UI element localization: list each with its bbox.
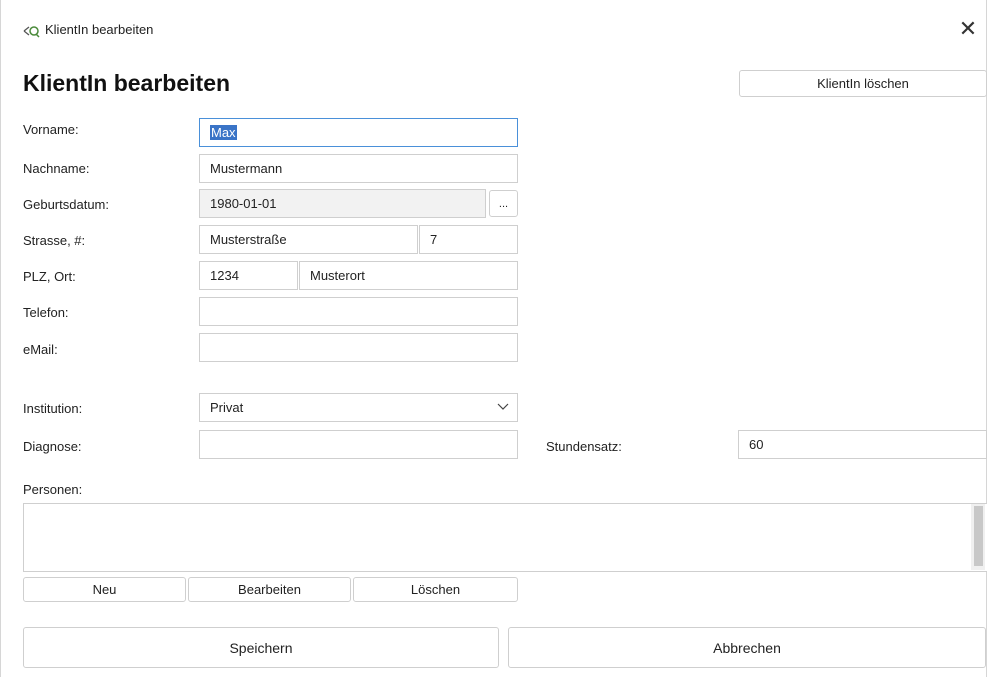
loeschen-button[interactable]: Löschen	[353, 577, 518, 602]
diagnose-field[interactable]	[199, 430, 518, 459]
ort-field[interactable]: Musterort	[299, 261, 518, 290]
strasse-field[interactable]: Musterstraße	[199, 225, 418, 254]
date-picker-button[interactable]: ...	[489, 190, 518, 217]
chevron-down-icon	[497, 403, 509, 410]
save-button[interactable]: Speichern	[23, 627, 499, 668]
personen-list[interactable]	[23, 503, 987, 572]
label-personen: Personen:	[23, 482, 83, 497]
label-email: eMail:	[23, 342, 58, 357]
scrollbar-thumb[interactable]	[974, 506, 983, 566]
hausnummer-field[interactable]: 7	[419, 225, 518, 254]
label-nachname: Nachname:	[23, 161, 90, 176]
label-telefon: Telefon:	[23, 305, 69, 320]
stundensatz-field[interactable]: 60	[738, 430, 987, 459]
label-institution: Institution:	[23, 401, 83, 416]
label-geburtsdatum: Geburtsdatum:	[23, 197, 109, 212]
label-stundensatz: Stundensatz:	[546, 439, 622, 454]
bearbeiten-button[interactable]: Bearbeiten	[188, 577, 351, 602]
delete-client-button[interactable]: KlientIn löschen	[739, 70, 987, 97]
label-plz-ort: PLZ, Ort:	[23, 269, 76, 284]
app-icon	[23, 26, 40, 38]
cancel-button[interactable]: Abbrechen	[508, 627, 986, 668]
label-strasse: Strasse, #:	[23, 233, 86, 248]
email-field[interactable]	[199, 333, 518, 362]
label-diagnose: Diagnose:	[23, 439, 82, 454]
personen-scrollbar[interactable]	[971, 504, 985, 570]
geburtsdatum-field[interactable]: 1980-01-01	[199, 189, 486, 218]
title-bar: KlientIn bearbeiten ✕	[1, 0, 987, 62]
vorname-field[interactable]: Max	[199, 118, 518, 147]
telefon-field[interactable]	[199, 297, 518, 326]
plz-field[interactable]: 1234	[199, 261, 298, 290]
window-title: KlientIn bearbeiten	[45, 22, 154, 37]
institution-select[interactable]: Privat	[199, 393, 518, 422]
neu-button[interactable]: Neu	[23, 577, 186, 602]
close-icon[interactable]: ✕	[956, 17, 980, 41]
nachname-field[interactable]: Mustermann	[199, 154, 518, 183]
page-title: KlientIn bearbeiten	[23, 70, 231, 96]
dialog-window: KlientIn bearbeiten ✕ KlientIn bearbeite…	[0, 0, 987, 677]
institution-value: Privat	[210, 400, 244, 415]
label-vorname: Vorname:	[23, 122, 79, 137]
vorname-value: Max	[210, 125, 237, 140]
